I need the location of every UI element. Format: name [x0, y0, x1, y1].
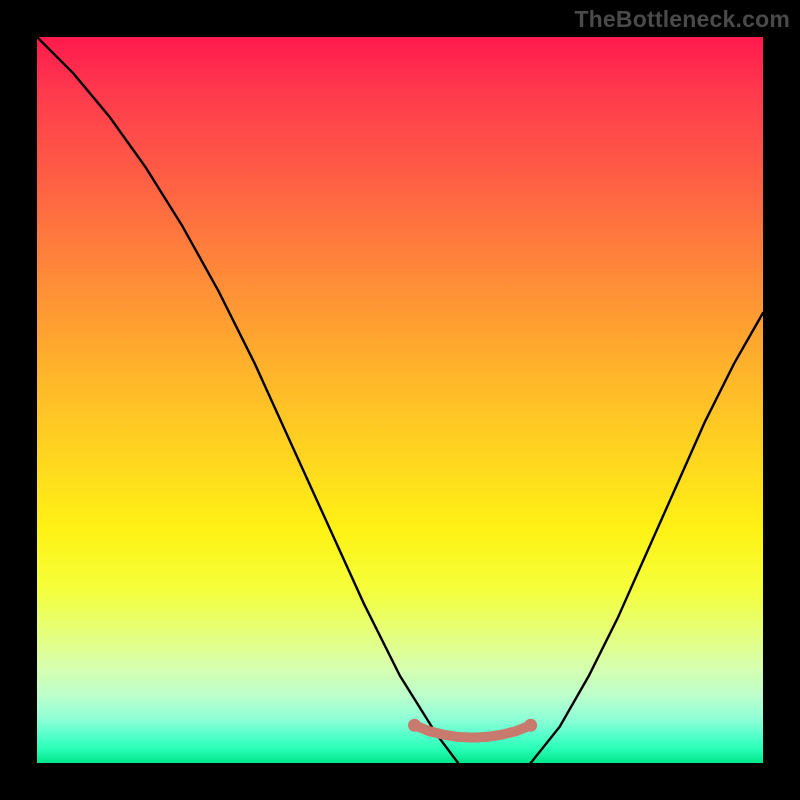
- flat-marker-start-dot: [408, 719, 421, 732]
- chart-svg: [37, 37, 763, 763]
- right-curve: [531, 313, 763, 763]
- plot-area: [37, 37, 763, 763]
- flat-marker-end-dot: [524, 719, 537, 732]
- chart-frame: TheBottleneck.com: [0, 0, 800, 800]
- left-curve: [37, 37, 458, 763]
- flat-marker: [415, 725, 531, 737]
- watermark-text: TheBottleneck.com: [574, 6, 790, 33]
